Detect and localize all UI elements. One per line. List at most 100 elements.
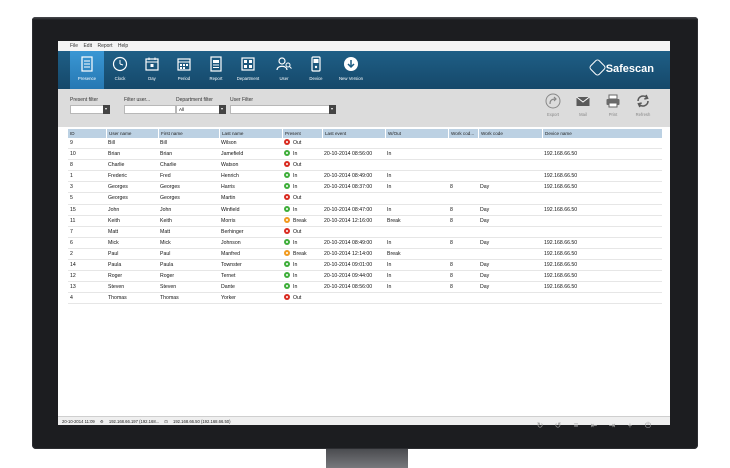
cell-device-name: 192.168.66.50 <box>544 151 578 158</box>
mail-icon <box>576 96 590 106</box>
status-break-icon <box>284 216 290 223</box>
table-row[interactable]: 10 Brian Brian Jamefield In 20-10-2014 08:56:… <box>68 149 662 161</box>
table-row[interactable]: 11 Keith Keith Morris Break 20-10-2014 12:16:… <box>68 216 662 227</box>
cell-id: 9 <box>70 140 73 146</box>
column-header-present[interactable]: Present <box>282 129 325 138</box>
column-header-id[interactable]: ID <box>68 129 108 138</box>
table-body: 9 Bill Bill Wilson Out 10 Brian Brian Jamefield I… <box>68 138 662 305</box>
toolbar-report[interactable]: Report <box>200 51 232 89</box>
menu-help[interactable]: Help <box>118 43 128 49</box>
chevron-down-icon[interactable] <box>219 105 226 114</box>
cell-work-code-num <box>448 171 480 181</box>
column-header-work-code[interactable]: Work code <box>478 129 545 138</box>
column-header-user-name[interactable]: User name <box>106 129 161 138</box>
cell-first-name: Thomas <box>160 295 179 302</box>
table-row[interactable]: 5 Georges Georges Martin Out <box>68 193 662 205</box>
clock-icon <box>112 56 128 72</box>
table-row[interactable]: 3 Georges Georges Harris In 20-10-2014 08:37:… <box>68 182 662 194</box>
menu-file[interactable]: File <box>70 43 78 49</box>
menu-report[interactable]: Report <box>97 43 112 49</box>
table-row[interactable]: 12 Roger Roger Ternet In 20-10-2014 09:44:00 I… <box>68 271 662 283</box>
toolbar-device[interactable]: Device <box>300 51 332 89</box>
cell-last-event: 20-10-2014 08:49:00 <box>324 173 373 180</box>
column-header-first-name[interactable]: First name <box>158 129 222 138</box>
cell-present: In <box>282 205 324 215</box>
toolbar-department[interactable]: Department <box>230 51 266 89</box>
cell-work-code-num <box>448 227 480 237</box>
print-button[interactable]: Print <box>600 93 626 117</box>
toolbar-new-version[interactable]: New Version <box>332 51 370 89</box>
monitor-back-button[interactable]: ↺ <box>553 421 563 431</box>
menu-edit[interactable]: Edit <box>83 43 92 49</box>
cell-w-out <box>385 293 450 303</box>
department-filter-select[interactable]: All <box>176 105 226 114</box>
table-row[interactable]: 15 John John Winfield In 20-10-2014 08:47:00 I… <box>68 205 662 216</box>
toolbar-label: User <box>279 76 289 81</box>
toolbar-period[interactable]: Period <box>168 51 200 89</box>
table-row[interactable]: 14 Paula Paula Townster In 20-10-2014 09:01:0… <box>68 260 662 272</box>
cell-id: 5 <box>70 195 73 202</box>
column-header-device-name[interactable]: Device name <box>542 129 665 138</box>
cell-last-event <box>322 160 387 170</box>
cell-last-name: Wilson <box>221 140 237 146</box>
cell-last-event: 20-10-2014 08:49:00 <box>324 239 373 246</box>
monitor-plus-button[interactable]: + <box>625 421 635 431</box>
user-filter-select[interactable] <box>230 105 336 114</box>
cell-work-code <box>478 149 544 159</box>
table-row[interactable]: 1 Frederic Fred Henrich In 20-10-2014 08:49:0… <box>68 171 662 183</box>
cell-present: In <box>282 182 324 192</box>
column-header-work-code-num[interactable]: Work cod... <box>448 129 481 138</box>
cell-last-name: Watson <box>221 162 239 169</box>
status-in-icon <box>284 183 290 190</box>
filter-bar: Present filter Filter user... Department… <box>58 89 670 127</box>
toolbar-clock[interactable]: Clock <box>104 51 136 89</box>
toolbar-user[interactable]: User <box>268 51 300 89</box>
status-in-icon <box>284 272 290 279</box>
cell-user-name: Mick <box>108 239 119 246</box>
table-row[interactable]: 2 Paul Paul Manfred Break 20-10-2014 12:14:00… <box>68 249 662 261</box>
calendar-day-icon <box>145 57 159 71</box>
cell-last-name: Jamefield <box>221 151 244 158</box>
table-row[interactable]: 7 Matt Matt Berhinger Out <box>68 227 662 238</box>
column-header-last-event[interactable]: Last event <box>322 129 388 138</box>
presence-status: In <box>293 206 298 213</box>
column-header-w-out[interactable]: W/Out <box>385 129 451 138</box>
safescan-logo-icon <box>587 58 607 77</box>
cell-id: 3 <box>70 184 73 191</box>
cell-work-code-num <box>448 249 480 259</box>
export-button[interactable]: Export <box>540 93 566 117</box>
user-filter-search-label: Filter user... <box>124 97 151 103</box>
cell-work-code <box>478 193 544 203</box>
department-filter-label: Department filter <box>176 97 213 103</box>
cell-last-name: Dante <box>221 284 235 291</box>
monitor-auto-button[interactable]: ↻ <box>535 421 545 431</box>
column-header-last-name[interactable]: Last name <box>219 129 285 138</box>
cell-first-name: Keith <box>160 217 172 224</box>
refresh-button[interactable]: Refresh <box>630 93 656 117</box>
table-row[interactable]: 13 Steven Steven Dante In 20-10-2014 08:56:00… <box>68 282 662 294</box>
monitor-power-button[interactable]: ⏻ <box>643 421 653 431</box>
cell-first-name: Charlie <box>160 162 177 169</box>
mail-button[interactable]: Mail <box>570 93 596 117</box>
print-icon <box>606 94 620 108</box>
toolbar-day[interactable]: Day <box>136 51 168 89</box>
toolbar-presence[interactable]: Presence <box>70 51 104 89</box>
present-filter-select[interactable] <box>70 105 110 114</box>
table-row[interactable]: 4 Thomas Thomas Yorker Out <box>68 293 662 305</box>
monitor-up-button[interactable]: ⇥ <box>607 421 617 431</box>
cell-first-name: Fred <box>160 173 171 180</box>
cell-work-code: Day <box>480 284 490 291</box>
table-row[interactable]: 9 Bill Bill Wilson Out <box>68 138 662 150</box>
monitor-menu-button[interactable]: ≡ <box>571 421 581 431</box>
cell-id: 15 <box>70 206 76 213</box>
cell-last-event <box>322 227 387 237</box>
user-search-input[interactable] <box>124 105 176 114</box>
table-row[interactable]: 6 Mick Mick Johnson In 20-10-2014 08:49:00 In 8… <box>68 238 662 249</box>
monitor-bezel: File Edit Report Help Presence Clock Day… <box>32 17 698 449</box>
chevron-down-icon[interactable] <box>103 105 110 114</box>
monitor-down-button[interactable]: ⇤ <box>589 421 599 431</box>
department-icon <box>241 57 255 71</box>
cell-last-event <box>322 193 387 203</box>
table-row[interactable]: 8 Charlie Charlie Watson Out <box>68 160 662 172</box>
chevron-down-icon[interactable] <box>329 105 336 114</box>
